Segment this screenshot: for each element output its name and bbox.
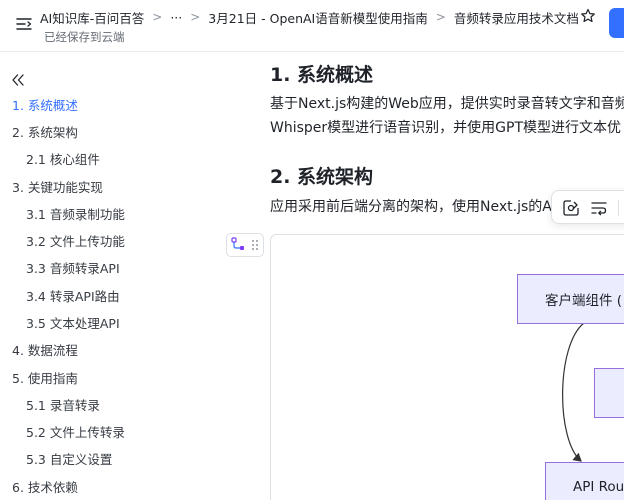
paragraph-line: 基于Next.js构建的Web应用，提供实时录音转文字和音频 (270, 96, 624, 112)
block-toolbar (551, 190, 624, 224)
toc-item[interactable]: 1. 系统概述 (12, 97, 78, 115)
diagram-edit-icon[interactable] (562, 199, 580, 217)
toc-item[interactable]: 6. 技术依赖 (12, 479, 78, 497)
toc-item[interactable]: 3.4 转录API路由 (26, 288, 120, 306)
toolbar-divider (618, 200, 619, 216)
toc-item[interactable]: 3. 关键功能实现 (12, 179, 103, 197)
breadcrumb-parent-doc[interactable]: 3月21日 - OpenAI语音新模型使用指南 (208, 8, 427, 27)
drag-dots-icon (251, 236, 259, 255)
diagram-node-client: 客户端组件 ( (517, 274, 624, 324)
toc-item[interactable]: 5.1 录音转录 (26, 397, 100, 415)
toc-item[interactable]: 2.1 核心组件 (26, 151, 100, 169)
breadcrumb-wiki[interactable]: AI知识库-百问百答 (40, 8, 144, 27)
toc-item[interactable]: 5.2 文件上传转录 (26, 424, 125, 442)
toc-item[interactable]: 3.5 文本处理API (26, 315, 120, 333)
star-icon[interactable] (580, 8, 596, 24)
toc-item[interactable]: 4. 数据流程 (12, 342, 78, 360)
section-heading: 1. 系统概述 (270, 64, 374, 86)
breadcrumb-more[interactable]: ··· (170, 10, 182, 25)
diagram-block-icon (231, 236, 245, 255)
architecture-diagram[interactable]: 客户端组件 ( API Rout (270, 234, 624, 500)
paragraph-line: Whisper模型进行语音识别，并使用GPT模型进行文本优 (270, 120, 621, 136)
chevron-right-icon: > (152, 10, 163, 24)
chevron-right-icon: > (435, 10, 446, 24)
breadcrumb: AI知识库-百问百答 > ··· > 3月21日 - OpenAI语音新模型使用… (40, 8, 579, 26)
section-heading: 2. 系统架构 (270, 166, 374, 188)
doc-header: AI知识库-百问百答 > ··· > 3月21日 - OpenAI语音新模型使用… (0, 0, 624, 52)
paragraph-line: 应用采用前后端分离的架构，使用Next.js的A (270, 199, 552, 215)
share-button[interactable] (609, 8, 624, 38)
toc-sidebar: 1. 系统概述 2. 系统架构 2.1 核心组件 3. 关键功能实现 3.1 音… (0, 53, 240, 500)
breadcrumb-current-doc[interactable]: 音频转录应用技术文档 (454, 8, 579, 27)
toc-item[interactable]: 3.2 文件上传功能 (26, 233, 125, 251)
block-drag-handle[interactable] (226, 233, 264, 257)
toc-item[interactable]: 3.1 音频录制功能 (26, 206, 125, 224)
toc-item[interactable]: 5. 使用指南 (12, 370, 78, 388)
toc-item[interactable]: 5.3 自定义设置 (26, 451, 112, 469)
save-status: 已经保存到云端 (44, 30, 125, 44)
chevron-right-icon: > (190, 10, 201, 24)
collapse-sidebar-icon[interactable] (10, 72, 26, 88)
toc-item[interactable]: 3.3 音频转录API (26, 260, 120, 278)
diagram-node-api: API Rout (545, 462, 624, 500)
text-wrap-icon[interactable] (590, 199, 608, 217)
menu-toggle-icon[interactable] (14, 14, 34, 34)
diagram-node (594, 368, 624, 418)
toc-item[interactable]: 2. 系统架构 (12, 124, 78, 142)
